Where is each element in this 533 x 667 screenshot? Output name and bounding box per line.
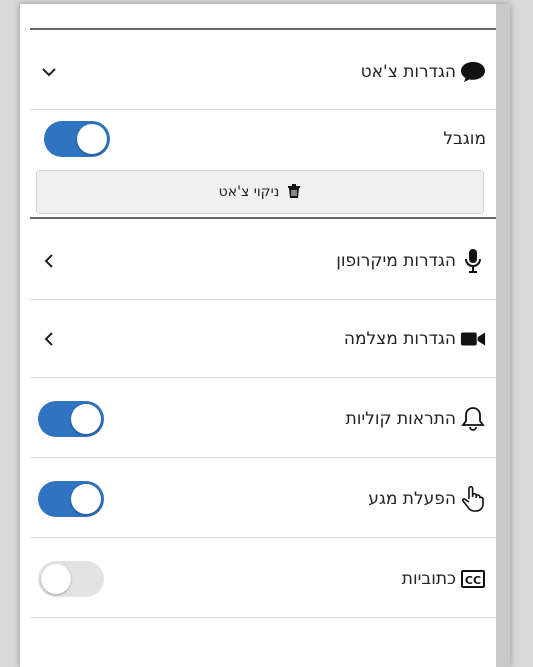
hand-pointer-icon bbox=[460, 485, 486, 512]
touch-mode-row: הפעלת מגע bbox=[30, 460, 496, 538]
microphone-settings-label: הגדרות מיקרופון bbox=[336, 250, 456, 271]
touch-mode-label: הפעלת מגע bbox=[368, 488, 456, 509]
restricted-label: מוגבל bbox=[443, 129, 486, 149]
microphone-settings-row[interactable]: הגדרות מיקרופון bbox=[30, 222, 496, 300]
captions-row: CC כתוביות bbox=[30, 540, 496, 618]
trash-icon bbox=[283, 183, 301, 201]
toggle-knob bbox=[71, 483, 101, 514]
chat-settings-header[interactable]: הגדרות צ'אט bbox=[30, 34, 496, 110]
clear-chat-label: ניקוי צ'אט bbox=[218, 184, 280, 200]
toggle-knob bbox=[71, 403, 101, 434]
restricted-row: מוגבל bbox=[30, 110, 496, 168]
bell-icon bbox=[460, 406, 486, 432]
chat-bubble-icon bbox=[460, 59, 486, 85]
toggle-knob bbox=[77, 124, 107, 154]
top-divider bbox=[30, 28, 496, 30]
closed-captions-icon: CC bbox=[460, 566, 486, 592]
touch-mode-toggle[interactable] bbox=[38, 480, 104, 517]
chevron-down-icon[interactable] bbox=[38, 61, 60, 83]
microphone-icon bbox=[460, 248, 486, 274]
toggle-knob bbox=[41, 563, 71, 594]
restricted-toggle[interactable] bbox=[44, 121, 110, 157]
camera-settings-label: הגדרות מצלמה bbox=[343, 328, 456, 349]
section-divider bbox=[30, 217, 496, 219]
video-camera-icon bbox=[460, 326, 486, 352]
sound-alerts-label: התראות קוליות bbox=[345, 408, 456, 429]
sound-alerts-row: התראות קוליות bbox=[30, 380, 496, 458]
settings-panel: הגדרות צ'אט מוגבל ניקוי צ'אט הגדרות מיקר… bbox=[20, 4, 510, 667]
clear-chat-button[interactable]: ניקוי צ'אט bbox=[36, 170, 484, 214]
chevron-left-icon[interactable] bbox=[38, 328, 60, 350]
svg-text:CC: CC bbox=[465, 574, 481, 587]
chat-settings-label: הגדרות צ'אט bbox=[360, 61, 456, 82]
captions-label: כתוביות bbox=[401, 568, 456, 589]
chevron-left-icon[interactable] bbox=[38, 250, 60, 272]
captions-toggle[interactable] bbox=[38, 560, 104, 597]
camera-settings-row[interactable]: הגדרות מצלמה bbox=[30, 300, 496, 378]
chat-settings-title: הגדרות צ'אט bbox=[361, 59, 486, 85]
sound-alerts-toggle[interactable] bbox=[38, 400, 104, 437]
